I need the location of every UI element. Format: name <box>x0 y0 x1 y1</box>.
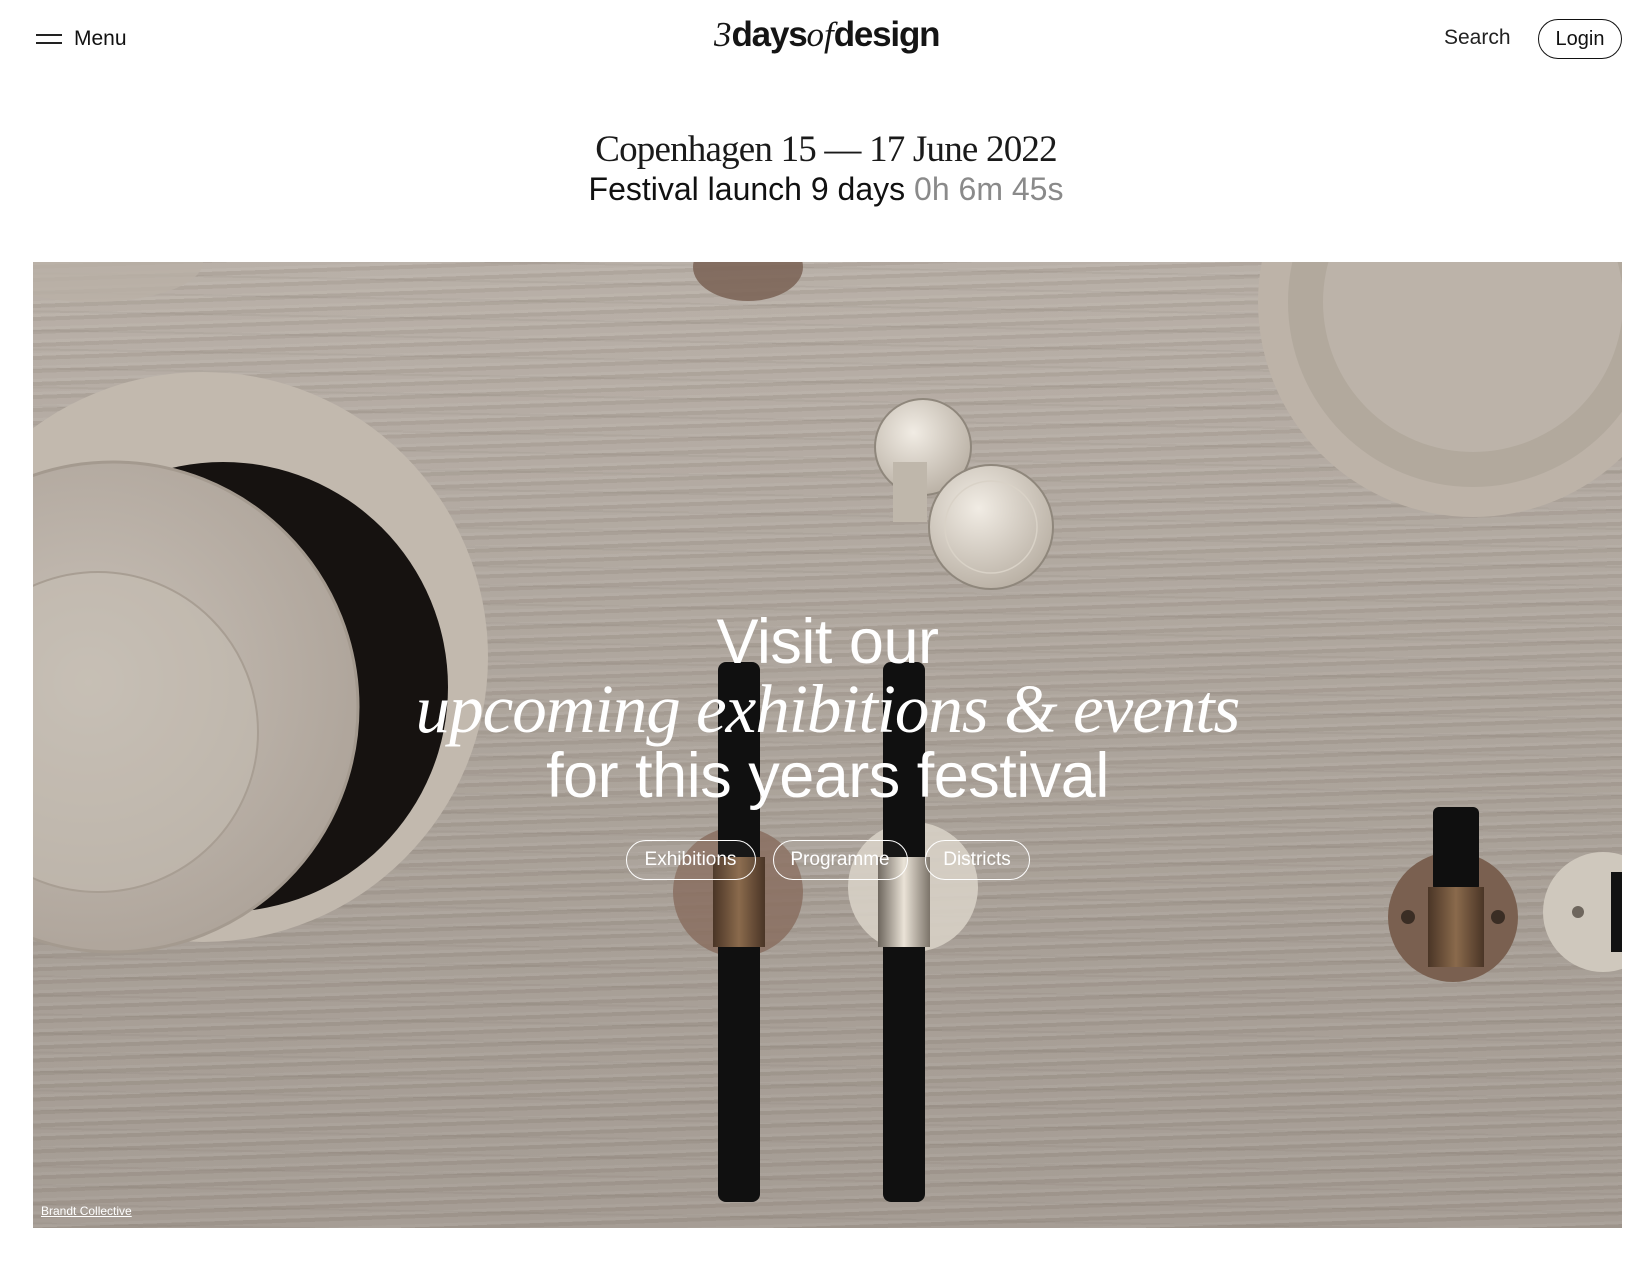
logo-of: of <box>806 15 834 54</box>
districts-button[interactable]: Districts <box>924 840 1030 880</box>
logo-days: days <box>731 15 808 54</box>
countdown: Festival launch 9 days 0h 6m 45s <box>0 168 1652 210</box>
hero-line-2: upcoming exhibitions & events <box>415 671 1241 747</box>
countdown-time: 0h 6m 45s <box>914 171 1064 207</box>
exhibitions-button[interactable]: Exhibitions <box>625 840 756 880</box>
hero-buttons: Exhibitions Programme Districts <box>33 840 1622 880</box>
search-link[interactable]: Search <box>1444 26 1511 50</box>
login-button[interactable]: Login <box>1538 19 1622 59</box>
site-logo[interactable]: 3 days of design <box>714 15 941 59</box>
menu-label: Menu <box>74 27 127 50</box>
hero-heading: Visit our upcoming exhibitions & events … <box>33 608 1622 810</box>
hero-line-1: Visit our <box>716 607 939 677</box>
menu-button[interactable]: Menu <box>36 22 127 56</box>
photo-credit-link[interactable]: Brandt Collective <box>41 1204 132 1218</box>
hero-banner: Visit our upcoming exhibitions & events … <box>33 262 1622 1228</box>
countdown-days: Festival launch 9 days <box>588 171 906 207</box>
top-left-disc <box>33 262 203 302</box>
festival-intro: Copenhagen 15 — 17 June 2022 Festival la… <box>0 128 1652 210</box>
site-header: Menu 3 days of design Search Login <box>0 0 1652 82</box>
logo-design: design <box>833 15 941 54</box>
hero-line-3: for this years festival <box>546 741 1109 811</box>
festival-dates: Copenhagen 15 — 17 June 2022 <box>595 129 1057 170</box>
programme-button[interactable]: Programme <box>772 840 908 880</box>
hamburger-icon <box>36 33 62 45</box>
logo-number: 3 <box>714 15 732 54</box>
bronze-disc-top <box>693 262 803 301</box>
